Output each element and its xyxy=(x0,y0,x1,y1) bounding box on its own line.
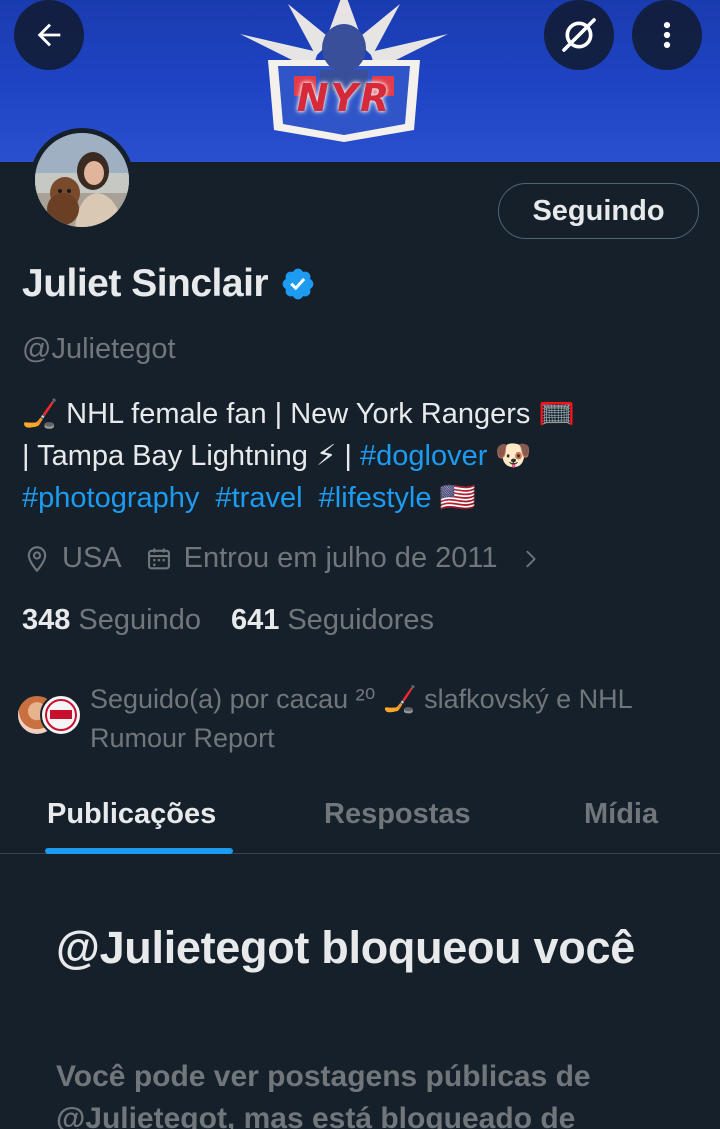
chevron-right-icon[interactable] xyxy=(516,544,546,574)
hashtag-travel[interactable]: #travel xyxy=(216,482,303,514)
bio-flag-emoji: 🇺🇸 xyxy=(431,482,476,514)
hide-button[interactable] xyxy=(544,0,614,70)
following-link[interactable]: 348 Seguindo xyxy=(22,604,201,637)
location-pin-icon xyxy=(22,544,52,574)
follower-avatar xyxy=(40,694,82,736)
followers-label: Seguidores xyxy=(287,604,435,636)
hashtag-photography[interactable]: #photography xyxy=(22,482,199,514)
more-vertical-icon xyxy=(663,21,671,49)
profile-join-date: Entrou em julho de 2011 xyxy=(183,542,498,574)
hashtag-lifestyle[interactable]: #lifestyle xyxy=(319,482,432,514)
bio-line-2: | Tampa Bay Lightning ⚡ | #doglover 🐶 xyxy=(22,435,702,477)
verified-badge-icon[interactable] xyxy=(280,266,316,302)
avatar-photo xyxy=(35,133,129,227)
tab-posts[interactable]: Publicações xyxy=(47,798,216,831)
profile-location: USA xyxy=(62,542,122,574)
bio-line-2-text: | Tampa Bay Lightning ⚡ | xyxy=(22,440,360,472)
profile-avatar[interactable] xyxy=(30,128,134,232)
follow-stats: 348 Seguindo 641 Seguidores xyxy=(22,604,434,637)
calendar-icon xyxy=(144,544,174,574)
more-options-button[interactable] xyxy=(632,0,702,70)
profile-meta: USA Entrou em julho de 2011 xyxy=(22,542,546,575)
following-count: 348 xyxy=(22,604,71,636)
tab-replies[interactable]: Respostas xyxy=(324,798,471,831)
bio-dog-emoji: 🐶 xyxy=(487,440,532,472)
profile-bio: 🏒 NHL female fan | New York Rangers 🥅 | … xyxy=(22,393,702,519)
profile-handle: @Julietegot xyxy=(22,333,176,365)
team-logo-text: NYR xyxy=(296,76,392,120)
profile-screen: NYR Seguindo Juliet Sinclair @Julietegot… xyxy=(0,0,720,1129)
arrow-left-icon xyxy=(37,23,61,47)
display-name: Juliet Sinclair xyxy=(22,262,269,305)
team-logo: NYR xyxy=(228,0,460,150)
back-button[interactable] xyxy=(14,0,84,70)
unfollow-button-label: Seguindo xyxy=(532,194,665,227)
active-tab-indicator xyxy=(45,848,233,854)
eye-slash-icon xyxy=(562,18,596,52)
followed-by-avatars xyxy=(16,694,86,740)
tab-media[interactable]: Mídia xyxy=(584,798,658,831)
blocked-title: @Julietegot bloqueou você xyxy=(56,922,635,973)
profile-tabs: Publicações Respostas Mídia xyxy=(0,780,720,854)
followed-by-text: Seguido(a) por cacau ²⁰ 🏒 slafkovský e N… xyxy=(90,684,632,753)
following-label: Seguindo xyxy=(78,604,201,636)
hashtag-doglover[interactable]: #doglover xyxy=(360,440,487,472)
unfollow-button[interactable]: Seguindo xyxy=(498,183,699,239)
followers-link[interactable]: 641 Seguidores xyxy=(231,604,434,637)
bio-line-3: #photography #travel #lifestyle 🇺🇸 xyxy=(22,477,702,519)
followers-count: 641 xyxy=(230,604,280,636)
bio-line-1: 🏒 NHL female fan | New York Rangers 🥅 xyxy=(22,398,575,430)
name-row: Juliet Sinclair xyxy=(22,262,316,306)
blocked-description: Você pode ver postagens públicas de @Jul… xyxy=(56,1060,591,1129)
